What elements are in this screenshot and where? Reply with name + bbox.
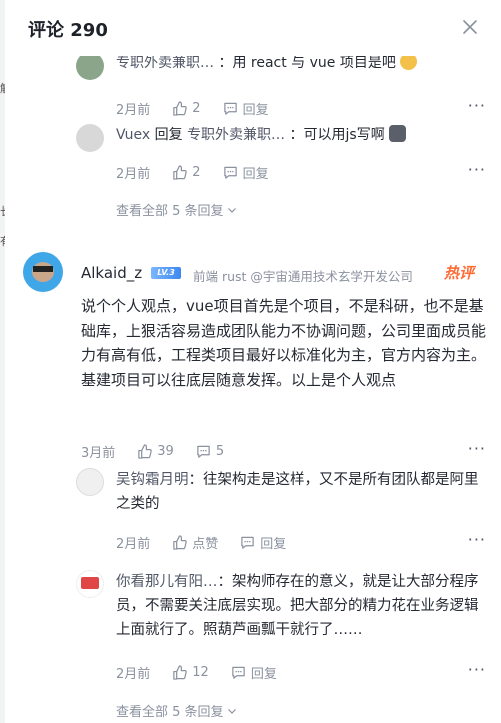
comments-panel: 专职外卖兼职… ：用 react 与 vue 项目是吧 2月前 2 回复 ··· — [5, 0, 501, 723]
like-button[interactable]: 点赞 — [172, 533, 218, 552]
reply-line: Vuex 回复 专职外卖兼职… ：可以用js写啊 — [116, 124, 407, 146]
reply-button[interactable]: 回复 — [223, 99, 269, 118]
reply-date: 2月前 — [116, 102, 151, 118]
like-count: 2 — [192, 100, 201, 116]
comment-actions: 3月前 39 5 — [81, 441, 246, 461]
thumbs-up-icon — [138, 443, 153, 459]
reply-button[interactable]: 回复 — [223, 163, 269, 182]
view-all-label: 查看全部 5 条回复 — [116, 705, 224, 720]
comment-author[interactable]: Alkaid_z — [81, 264, 142, 282]
reply-label: 回复 — [250, 666, 277, 682]
avatar[interactable] — [23, 252, 63, 292]
reply-button[interactable]: 回复 — [240, 533, 286, 552]
comment-icon — [197, 445, 210, 458]
reply-actions: 2月前 点赞 回复 — [116, 532, 308, 552]
reply-text-block: 吴钩霜月明：往架构走是这样，又不是所有团队都是阿里之类的 — [116, 468, 486, 516]
thumbs-up-icon — [173, 534, 188, 550]
like-count: 39 — [157, 443, 174, 459]
reply-actions: 2月前 12 回复 — [116, 662, 299, 682]
reply-text-block: 你看那儿有阳…：架构师存在的意义，就是让大部分程序员，不需要关注底层实现。把大部… — [116, 570, 486, 642]
close-icon — [463, 20, 477, 34]
reply-text: ：用 react 与 vue 项目是吧 — [218, 55, 396, 71]
close-button[interactable] — [461, 18, 479, 36]
comment-count: 5 — [215, 443, 225, 459]
reply-button[interactable]: 回复 — [231, 663, 277, 682]
hot-comment-badge: 热评 — [444, 264, 475, 282]
reply-author[interactable]: Vuex — [116, 127, 150, 143]
chevron-down-icon — [227, 207, 236, 213]
more-options-icon[interactable]: ··· — [468, 530, 486, 549]
reply-word: 回复 — [154, 127, 183, 143]
comment-icon — [241, 536, 255, 549]
like-button[interactable]: 39 — [137, 444, 174, 459]
reply-label: 回复 — [242, 102, 269, 118]
reply-actions: 2月前 2 回复 — [116, 162, 291, 182]
more-options-icon[interactable]: ··· — [468, 439, 486, 458]
reply-date: 2月前 — [116, 536, 151, 552]
like-label: 点赞 — [192, 536, 219, 552]
emoji-icon — [389, 125, 407, 142]
view-all-replies-link[interactable]: 查看全部 5 条回复 — [116, 701, 237, 720]
panel-header: 评论 290 — [5, 0, 501, 56]
more-options-icon[interactable]: ··· — [468, 660, 486, 679]
reply-author[interactable]: 吴钩霜月明 — [116, 472, 189, 488]
reply-author[interactable]: 你看那儿有阳… — [116, 574, 218, 590]
page-title: 评论 290 — [28, 20, 108, 41]
thumbs-up-icon — [173, 664, 188, 680]
level-badge: LV.3 — [151, 267, 181, 279]
reply-target[interactable]: 专职外卖兼职… — [187, 127, 285, 143]
reply-label: 回复 — [242, 166, 269, 182]
comment-date: 3月前 — [81, 445, 116, 461]
view-all-label: 查看全部 5 条回复 — [116, 204, 224, 219]
like-button[interactable]: 12 — [172, 665, 209, 680]
thumbs-up-icon — [173, 164, 188, 180]
like-button[interactable]: 2 — [172, 100, 201, 116]
avatar[interactable] — [76, 468, 104, 496]
more-options-icon[interactable]: ··· — [468, 160, 486, 179]
comment-text: 说个个人观点，vue项目首先是个项目，不是科研，也不是基础库，上狠活容易造成团队… — [81, 297, 487, 389]
avatar[interactable] — [76, 52, 104, 80]
reply-date: 2月前 — [116, 166, 151, 182]
view-all-replies-link[interactable]: 查看全部 5 条回复 — [116, 200, 237, 219]
like-count: 2 — [192, 164, 201, 180]
comment-count-button[interactable]: 5 — [196, 444, 224, 459]
reply-actions: 2月前 2 回复 — [116, 98, 291, 118]
thumbs-up-icon — [173, 100, 188, 116]
comment-icon — [232, 666, 245, 679]
like-count: 12 — [192, 664, 209, 680]
author-job-title: 前端 rust @宇宙通用技术玄学开发公司 — [193, 269, 413, 284]
chevron-down-icon — [227, 708, 236, 714]
comment-icon — [223, 166, 237, 179]
reply-date: 2月前 — [116, 666, 151, 682]
like-button[interactable]: 2 — [172, 164, 201, 180]
reply-label: 回复 — [260, 536, 287, 552]
avatar[interactable] — [76, 570, 104, 598]
reply-text: ：可以用js写啊 — [289, 127, 385, 143]
avatar[interactable] — [76, 124, 104, 152]
more-options-icon[interactable]: ··· — [468, 96, 486, 115]
reply-author[interactable]: 专职外卖兼职… — [116, 55, 214, 71]
comment-icon — [223, 102, 237, 115]
